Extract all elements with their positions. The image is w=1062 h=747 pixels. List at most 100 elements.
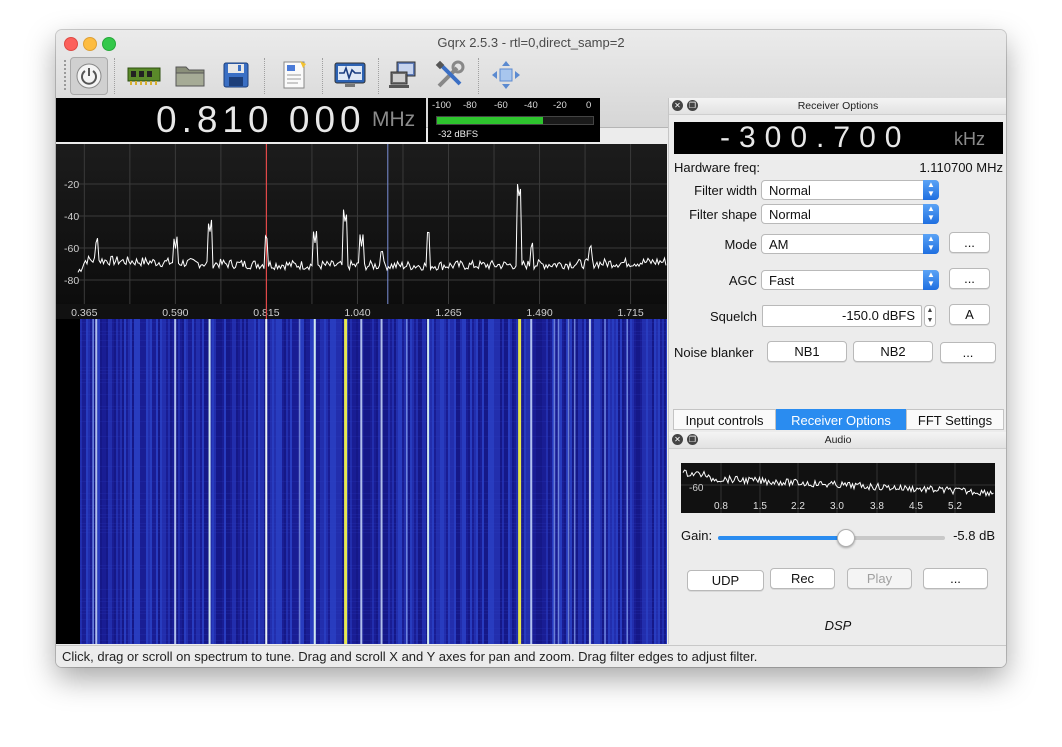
- filter-width-select[interactable]: Normal ▲ ▼: [761, 180, 939, 200]
- agc-select[interactable]: Fast ▲ ▼: [761, 270, 939, 290]
- spectrum-x-tick: 1.715: [617, 307, 643, 319]
- stepper-up-icon[interactable]: ▲: [927, 307, 934, 314]
- waterfall-noise: [80, 406, 667, 407]
- squelch-value: -150.0 dBFS: [842, 308, 915, 323]
- remote-control-icon: [283, 61, 306, 89]
- spectrum-plot[interactable]: -20 -40 -60 -80 0.365 0.590 0.815 1.040 1.265 1.4…: [56, 144, 667, 319]
- dock-close-icon[interactable]: ✕: [672, 434, 683, 445]
- gain-slider[interactable]: [718, 529, 945, 547]
- waterfall-noise: [80, 466, 667, 467]
- spectrum-x-tick: 0.590: [162, 307, 188, 319]
- waterfall-noise: [80, 640, 667, 641]
- gain-slider-knob[interactable]: [837, 529, 856, 547]
- audio-fft-svg[interactable]: -60 0.8 1.5 2.2 3.0 3.8 4.5 5.2: [681, 463, 995, 513]
- spectrum-svg[interactable]: -20-40-60-800.365 0.590 0.815 1.040 1.265 1.4…: [56, 144, 667, 319]
- toolbar-grip[interactable]: [64, 60, 69, 90]
- save-settings-button[interactable]: [218, 57, 254, 93]
- waterfall-noise: [80, 409, 667, 410]
- waterfall-noise: [80, 379, 667, 380]
- tab-receiver-options[interactable]: Receiver Options: [776, 409, 906, 430]
- waterfall-noise: [80, 370, 667, 371]
- dock-close-icon[interactable]: ✕: [672, 100, 683, 111]
- frequency-digits[interactable]: 0.810 000: [156, 99, 366, 141]
- fullscreen-button[interactable]: [488, 57, 524, 93]
- filter-shape-label: Filter shape: [689, 207, 757, 222]
- audio-fft-trace: [682, 469, 994, 498]
- gain-value: -5.8 dB: [953, 528, 995, 543]
- waterfall-noise: [80, 499, 667, 500]
- gain-label: Gain:: [681, 528, 713, 543]
- audio-freq-tick: 1.5: [753, 501, 767, 512]
- waterfall-signal: [92, 319, 94, 644]
- waterfall-svg[interactable]: [56, 319, 667, 644]
- play-button[interactable]: Play: [847, 568, 912, 589]
- tab-fft-settings[interactable]: FFT Settings: [906, 409, 1004, 430]
- audio-options-button[interactable]: ...: [923, 568, 988, 589]
- waterfall-signal: [626, 319, 629, 644]
- waterfall-display[interactable]: [56, 319, 667, 644]
- audio-fft-plot[interactable]: -60 0.8 1.5 2.2 3.0 3.8 4.5 5.2: [681, 463, 995, 513]
- remote-access-button[interactable]: [386, 57, 422, 93]
- frequency-display[interactable]: 0.810 000 MHz: [56, 98, 426, 142]
- nb1-button[interactable]: NB1: [767, 341, 847, 362]
- waterfall-noise: [80, 523, 667, 524]
- waterfall-margin: [56, 319, 80, 644]
- udp-button[interactable]: UDP: [687, 570, 764, 591]
- remote-control-button[interactable]: [276, 57, 312, 93]
- load-settings-button[interactable]: [172, 57, 208, 93]
- meter-tick: -20: [553, 100, 567, 111]
- stepper-down-icon[interactable]: ▼: [927, 317, 934, 324]
- waterfall-noise: [80, 601, 667, 602]
- filter-shape-select[interactable]: Normal ▲ ▼: [761, 204, 939, 224]
- waterfall-signal: [573, 319, 576, 644]
- waterfall-noise: [80, 634, 667, 635]
- meter-tick: -40: [524, 100, 538, 111]
- waterfall-noise: [80, 373, 667, 374]
- offset-digits[interactable]: -300.700: [720, 121, 910, 155]
- waterfall-noise: [80, 514, 667, 515]
- mode-select[interactable]: AM ▲ ▼: [761, 234, 939, 254]
- dock-float-icon[interactable]: ❐: [687, 100, 698, 111]
- meter-tick: 0: [586, 100, 592, 111]
- waterfall-noise: [80, 508, 667, 509]
- record-button[interactable]: Rec: [770, 568, 835, 589]
- mode-value: AM: [769, 237, 789, 252]
- waterfall-noise: [80, 547, 667, 548]
- nb2-button[interactable]: NB2: [853, 341, 933, 362]
- waterfall-noise: [80, 331, 667, 332]
- waterfall-noise: [80, 421, 667, 422]
- audio-freq-tick: 3.0: [830, 501, 844, 512]
- power-button[interactable]: [70, 57, 108, 95]
- waterfall-signal: [567, 319, 570, 644]
- tab-input-controls[interactable]: Input controls: [673, 409, 776, 430]
- waterfall-noise: [80, 565, 667, 566]
- dsp-monitor-button[interactable]: [332, 57, 368, 93]
- waterfall-noise: [80, 607, 667, 608]
- mode-options-button[interactable]: ...: [949, 232, 990, 253]
- waterfall-signal: [427, 319, 430, 644]
- squelch-input[interactable]: -150.0 dBFS: [762, 305, 922, 327]
- meter-tick: -60: [494, 100, 508, 111]
- noise-blanker-label: Noise blanker: [674, 345, 754, 360]
- agc-options-button[interactable]: ...: [949, 268, 990, 289]
- signal-meter: -100 -80 -60 -40 -20 0 -32 dBFS: [428, 98, 600, 142]
- squelch-stepper[interactable]: ▲ ▼: [924, 305, 936, 327]
- configure-button[interactable]: [432, 57, 468, 93]
- squelch-auto-button[interactable]: A: [949, 304, 990, 325]
- audio-freq-tick: 2.2: [791, 501, 805, 512]
- status-bar: Click, drag or scroll on spectrum to tun…: [56, 645, 1006, 667]
- waterfall-noise: [80, 322, 667, 323]
- spectrum-y-tick: -40: [64, 211, 79, 223]
- filter-offset-display[interactable]: -300.700 kHz: [674, 121, 1003, 155]
- dock-float-icon[interactable]: ❐: [687, 434, 698, 445]
- io-devices-button[interactable]: [126, 57, 162, 93]
- chevron-updown-icon: ▲ ▼: [923, 180, 939, 200]
- waterfall-signal: [406, 319, 408, 644]
- dock-tabs: Input controls Receiver Options FFT Sett…: [669, 409, 1006, 430]
- waterfall-signal: [380, 319, 383, 644]
- waterfall-signal: [530, 319, 533, 644]
- waterfall-noise: [80, 394, 667, 395]
- waterfall-signal: [553, 319, 556, 644]
- nb-options-button[interactable]: ...: [940, 342, 996, 363]
- waterfall-noise: [80, 613, 667, 614]
